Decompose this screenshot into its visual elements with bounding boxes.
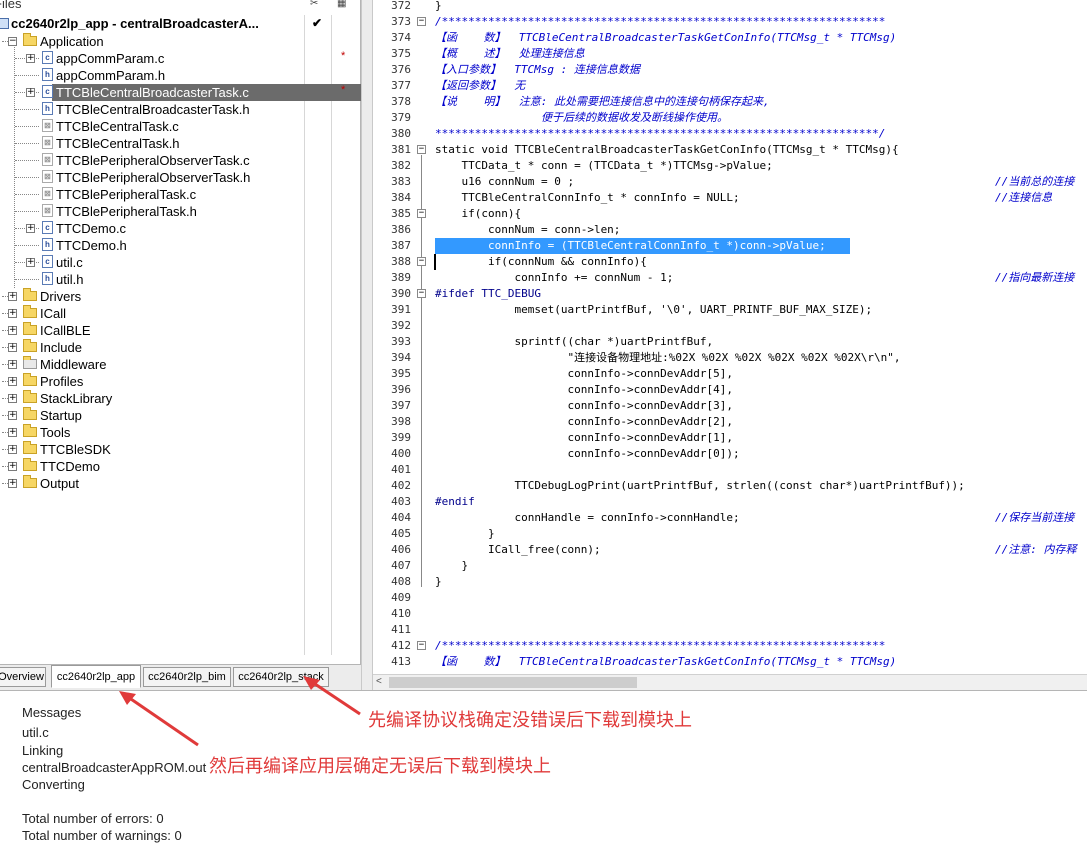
annotation-arrows [119,676,361,747]
arrow-to-app-tab [119,691,199,747]
arrow-to-stack-tab [303,676,361,716]
